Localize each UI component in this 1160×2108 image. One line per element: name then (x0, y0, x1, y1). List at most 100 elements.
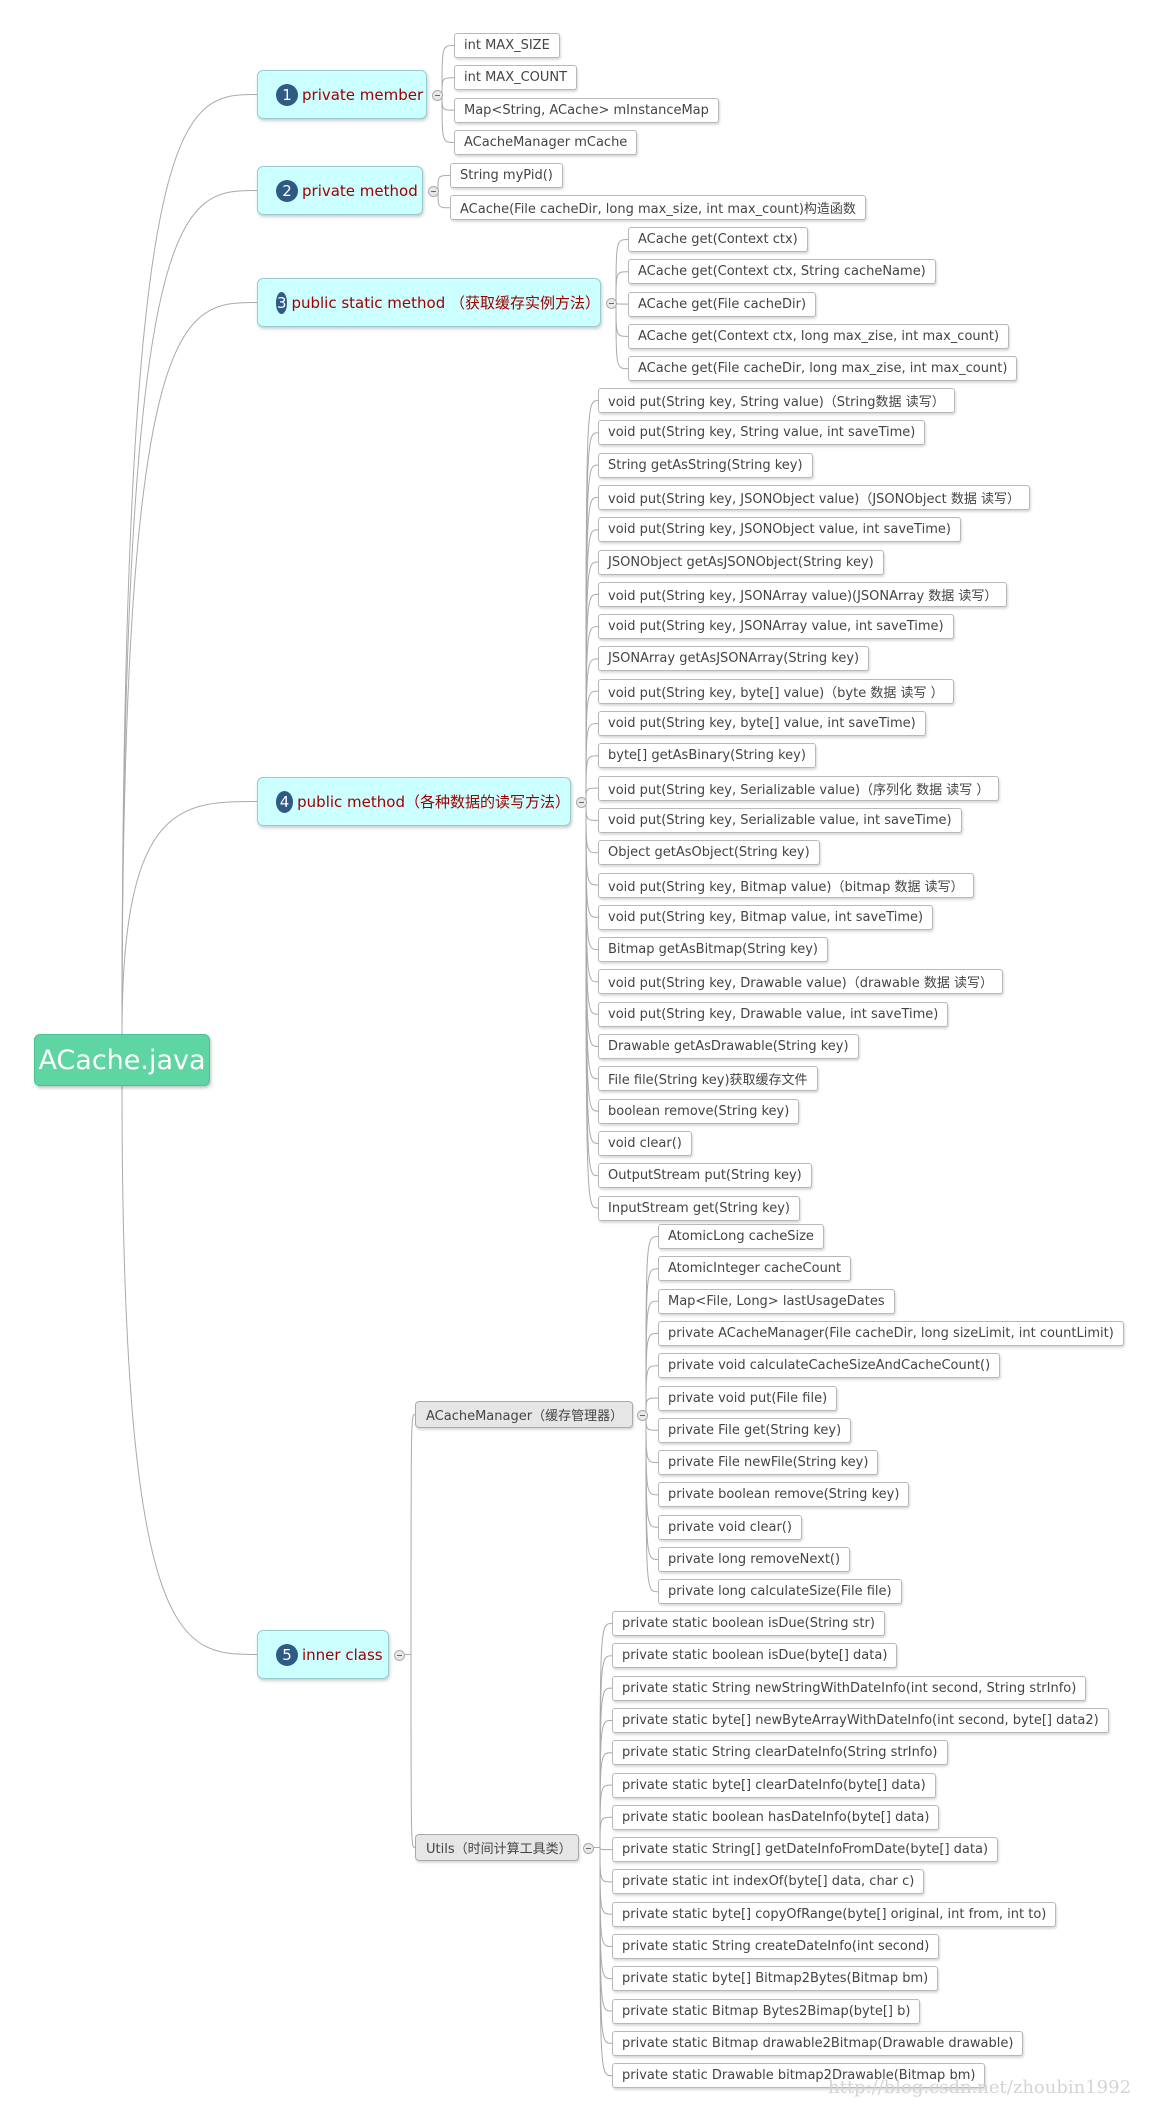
leaf-item[interactable]: private static boolean isDue(String str) (612, 1611, 885, 1636)
leaf-item[interactable]: private static Bitmap Bytes2Bimap(byte[]… (612, 1998, 921, 2024)
leaf-item[interactable]: void put(String key, byte[] value)（byte … (598, 678, 954, 704)
leaf-item[interactable]: void put(String key, Serializable value)… (598, 775, 1000, 801)
topic-5[interactable]: 5 inner class (257, 1630, 389, 1679)
number-badge-icon: 3 (276, 291, 288, 314)
leaf-item[interactable]: void put(String key, byte[] value, int s… (598, 711, 926, 736)
collapse-toggle-icon[interactable] (432, 89, 443, 101)
collapse-toggle-icon[interactable] (606, 297, 617, 309)
leaf-item[interactable]: void put(String key, Drawable value)（dra… (598, 969, 1004, 995)
leaf-item[interactable]: ACache get(File cacheDir, long max_zise,… (628, 356, 1018, 382)
topic-4-link (585, 801, 599, 886)
leaf-item[interactable]: void put(String key, Serializable value,… (598, 807, 962, 833)
leaf-item[interactable]: void put(String key, JSONArray value)(JS… (598, 581, 1008, 607)
branch-link-5 (121, 1085, 258, 1655)
leaf-item[interactable]: Map<String, ACache> mInstanceMap (454, 97, 719, 123)
leaf-item[interactable]: private static byte[] Bitmap2Bytes(Bitma… (612, 1966, 939, 1992)
leaf-item[interactable]: private ACacheManager(File cacheDir, lon… (658, 1320, 1124, 1346)
topic-label: public method（各种数据的读写方法） (297, 793, 570, 811)
leaf-item[interactable]: void put(String key, Bitmap value, int s… (598, 904, 934, 930)
leaf-item[interactable]: private boolean remove(String key) (658, 1482, 910, 1508)
branch-link-4 (121, 801, 258, 1035)
topic-4-link (585, 801, 599, 983)
topic-4-link (585, 801, 599, 821)
collapse-toggle-icon[interactable] (394, 1649, 405, 1661)
subtopic-acachemanager[interactable]: ACacheManager（缓存管理器） (415, 1401, 633, 1428)
leaf-item[interactable]: private void calculateCacheSizeAndCacheC… (658, 1353, 1001, 1379)
collapse-toggle-icon[interactable] (576, 796, 587, 808)
leaf-item[interactable]: int MAX_SIZE (454, 33, 560, 58)
leaf-item[interactable]: ACacheManager mCache (454, 129, 638, 155)
topic-2-link (437, 175, 451, 191)
leaf-item[interactable]: private static Bitmap drawable2Bitmap(Dr… (612, 2030, 1024, 2056)
leaf-item[interactable]: String myPid() (450, 163, 563, 188)
leaf-item[interactable]: OutputStream put(String key) (598, 1163, 812, 1189)
subtopic-1-link (599, 1847, 613, 1883)
leaf-item[interactable]: private static String newStringWithDateI… (612, 1675, 1087, 1701)
leaf-item[interactable]: ACache get(Context ctx) (628, 227, 808, 252)
leaf-item[interactable]: ACache get(File cacheDir) (628, 291, 817, 317)
topic-3-link (615, 302, 629, 337)
leaf-item[interactable]: private static String clearDateInfo(Stri… (612, 1740, 948, 1766)
leaf-item[interactable]: private static String[] getDateInfoFromD… (612, 1837, 999, 1863)
leaf-item[interactable]: int MAX_COUNT (454, 65, 578, 91)
subtopic-utils[interactable]: Utils（时间计算工具类） (415, 1834, 579, 1861)
topic-4-link (585, 801, 599, 1047)
leaf-item[interactable]: JSONArray getAsJSONArray(String key) (598, 646, 870, 672)
topic-1-link (441, 45, 455, 95)
leaf-item[interactable]: private long calculateSize(File file) (658, 1579, 902, 1605)
leaf-item[interactable]: private void clear() (658, 1514, 802, 1540)
leaf-item[interactable]: private static byte[] newByteArrayWithDa… (612, 1707, 1109, 1733)
subtopic-1-link (599, 1847, 613, 2012)
leaf-item[interactable]: Bitmap getAsBitmap(String key) (598, 937, 828, 963)
leaf-item[interactable]: void put(String key, JSONObject value, i… (598, 517, 961, 543)
leaf-item[interactable]: boolean remove(String key) (598, 1098, 800, 1124)
leaf-item[interactable]: private static byte[] copyOfRange(byte[]… (612, 1901, 1057, 1927)
topic-4-link (585, 801, 599, 854)
leaf-item[interactable]: void put(String key, String value)（Strin… (598, 388, 955, 413)
leaf-item[interactable]: void put(String key, JSONObject value)（J… (598, 484, 1030, 510)
leaf-item[interactable]: ACache get(Context ctx, String cacheName… (628, 259, 936, 285)
topic-2[interactable]: 2 private method (257, 166, 423, 215)
topic-3-link (615, 239, 629, 303)
leaf-item[interactable]: private File get(String key) (658, 1417, 852, 1443)
leaf-item[interactable]: File file(String key)获取缓存文件 (598, 1066, 818, 1092)
leaf-item[interactable]: String getAsString(String key) (598, 452, 813, 478)
leaf-item[interactable]: ACache get(Context ctx, long max_zise, i… (628, 323, 1010, 349)
leaf-item[interactable]: AtomicLong cacheSize (658, 1224, 824, 1249)
subtopic-1-link (599, 1816, 613, 1848)
leaf-item[interactable]: void put(String key, Drawable value, int… (598, 1001, 949, 1027)
leaf-item[interactable]: void clear() (598, 1130, 692, 1156)
collapse-toggle-icon[interactable] (428, 185, 439, 197)
leaf-item[interactable]: InputStream get(String key) (598, 1195, 801, 1221)
leaf-item[interactable]: JSONObject getAsJSONObject(String key) (598, 549, 884, 575)
leaf-item[interactable]: void put(String key, String value, int s… (598, 420, 926, 446)
leaf-item[interactable]: private static String createDateInfo(int… (612, 1934, 940, 1959)
subtopic-link (410, 1414, 416, 1655)
root-node-acache-java[interactable]: ACache.java (34, 1034, 210, 1086)
leaf-item[interactable]: ACache(File cacheDir, long max_size, int… (450, 195, 866, 221)
topic-4-link (585, 561, 599, 802)
leaf-item[interactable]: private static byte[] clearDateInfo(byte… (612, 1772, 936, 1798)
leaf-item[interactable]: Drawable getAsDrawable(String key) (598, 1034, 859, 1059)
topic-4-link (585, 690, 599, 802)
leaf-item[interactable]: private static boolean isDue(byte[] data… (612, 1643, 898, 1669)
topic-3-link (615, 271, 629, 303)
leaf-item[interactable]: AtomicInteger cacheCount (658, 1256, 852, 1282)
subtopic-0-link (645, 1236, 659, 1415)
topic-1-link (441, 94, 455, 111)
leaf-item[interactable]: private static boolean hasDateInfo(byte[… (612, 1804, 940, 1830)
leaf-item[interactable]: void put(String key, JSONArray value, in… (598, 614, 954, 640)
leaf-item[interactable]: Object getAsObject(String key) (598, 840, 820, 866)
leaf-item[interactable]: Map<File, Long> lastUsageDates (658, 1288, 895, 1314)
leaf-item[interactable]: private void put(File file) (658, 1385, 838, 1411)
leaf-item[interactable]: void put(String key, Bitmap value)（bitma… (598, 872, 974, 898)
topic-4[interactable]: 4 public method（各种数据的读写方法） (257, 777, 571, 826)
topic-1[interactable]: 1 private member (257, 70, 427, 119)
collapse-toggle-icon[interactable] (583, 1842, 594, 1854)
topic-3[interactable]: 3 public static method （获取缓存实例方法） (257, 278, 601, 327)
leaf-item[interactable]: private long removeNext() (658, 1547, 851, 1572)
leaf-item[interactable]: private File newFile(String key) (658, 1450, 879, 1476)
leaf-item[interactable]: byte[] getAsBinary(String key) (598, 743, 816, 769)
collapse-toggle-icon[interactable] (637, 1409, 648, 1421)
leaf-item[interactable]: private static int indexOf(byte[] data, … (612, 1869, 925, 1895)
